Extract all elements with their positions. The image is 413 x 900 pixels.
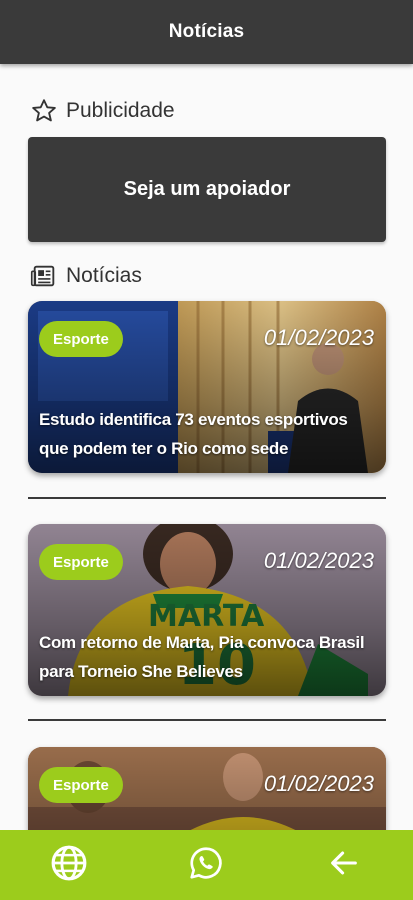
news-section-label: Notícias: [66, 264, 142, 287]
news-title: Estudo identifica 73 eventos esportivos …: [39, 410, 348, 458]
page-title: Notícias: [168, 21, 245, 42]
news-card[interactable]: MARTA 10 Esporte 01/02/2023 Com retorno …: [28, 524, 386, 696]
divider: [28, 497, 386, 499]
ad-section-heading: Publicidade: [30, 97, 175, 125]
app-bar: Notícias: [0, 0, 413, 64]
news-date: 01/02/2023: [263, 771, 374, 796]
news-date: 01/02/2023: [263, 325, 374, 350]
content: Publicidade Seja um apoiador Notícias Es…: [0, 64, 413, 830]
news-section-heading: Notícias: [30, 262, 142, 290]
supporter-banner-label: Seja um apoiador: [123, 178, 291, 200]
category-badge[interactable]: Esporte: [39, 544, 123, 580]
star-outline-icon: [30, 97, 58, 125]
back-button[interactable]: [314, 835, 374, 895]
newspaper-icon: [30, 262, 58, 290]
news-card[interactable]: Esporte 01/02/2023 Estudo identifica 73 …: [28, 301, 386, 473]
globe-icon: [50, 844, 88, 887]
supporter-banner[interactable]: Seja um apoiador: [28, 137, 386, 242]
ad-section-label: Publicidade: [66, 99, 175, 122]
news-date: 01/02/2023: [263, 548, 374, 573]
news-title: Com retorno de Marta, Pia convoca Brasil…: [39, 633, 365, 681]
bottom-nav: [0, 830, 413, 900]
arrow-back-icon: [327, 846, 361, 885]
divider: [28, 719, 386, 721]
category-badge[interactable]: Esporte: [39, 767, 123, 803]
news-card[interactable]: Esporte 01/02/2023: [28, 747, 386, 830]
whatsapp-button[interactable]: [176, 835, 236, 895]
whatsapp-icon: [188, 845, 224, 886]
globe-button[interactable]: [39, 835, 99, 895]
category-badge[interactable]: Esporte: [39, 321, 123, 357]
